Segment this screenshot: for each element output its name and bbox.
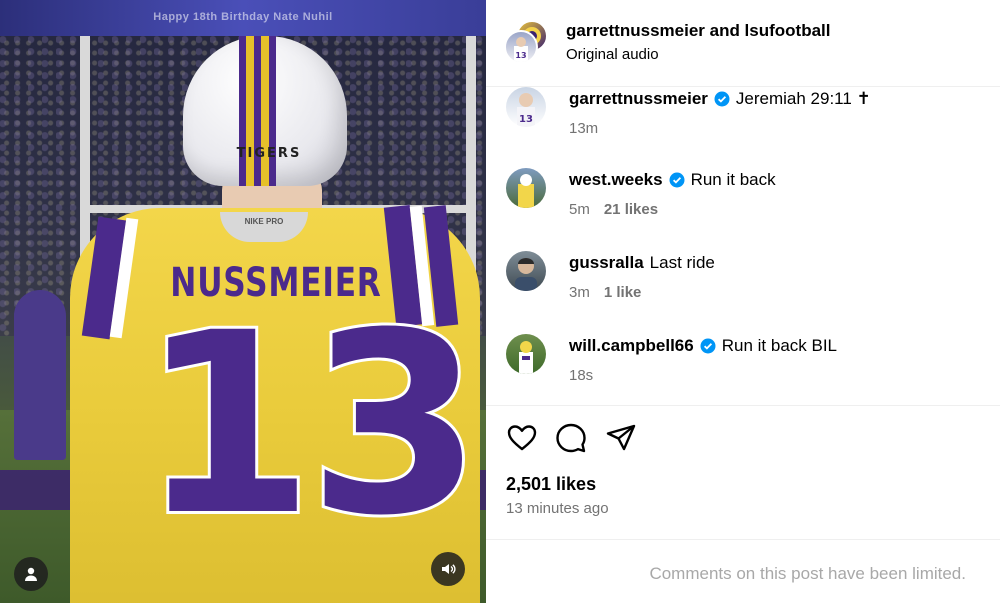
comment-item: 13 garrettnussmeier Jeremiah 29:11 ✝ 13m bbox=[506, 87, 986, 147]
helmet-stripe bbox=[254, 36, 261, 186]
comment-username[interactable]: will.campbell66 bbox=[569, 336, 694, 356]
player-avatar-icon bbox=[519, 341, 533, 374]
audio-label[interactable]: Original audio bbox=[566, 46, 659, 63]
jersey-number: 13 bbox=[137, 279, 485, 570]
helmet-text: TIGERS bbox=[236, 146, 302, 161]
helmet-stripe bbox=[246, 36, 254, 186]
comment-icon bbox=[556, 423, 586, 453]
svg-text:13: 13 bbox=[515, 51, 526, 60]
comment-item: west.weeks Run it back 5m 21 likes bbox=[506, 168, 986, 228]
comment-text: Run it back bbox=[690, 170, 776, 189]
audio-toggle-button[interactable] bbox=[431, 552, 465, 586]
verified-badge-icon bbox=[700, 338, 716, 354]
avatar[interactable]: 13 bbox=[504, 30, 538, 64]
post-media[interactable]: Happy 18th Birthday Nate Nuhil NIKE PRO … bbox=[0, 0, 486, 603]
player-avatar-icon: 13 bbox=[514, 37, 528, 62]
post-timestamp[interactable]: 13 minutes ago bbox=[506, 500, 609, 517]
person-avatar-icon bbox=[515, 258, 537, 291]
share-button[interactable] bbox=[605, 422, 637, 454]
comment-username[interactable]: garrettnussmeier bbox=[569, 89, 708, 109]
player-helmet: TIGERS bbox=[183, 36, 347, 186]
speaker-icon bbox=[442, 564, 456, 574]
avatar[interactable] bbox=[506, 334, 546, 374]
comment-text: Run it back BIL bbox=[721, 336, 838, 355]
collab-avatars[interactable]: 13 bbox=[504, 20, 548, 64]
post-actions: 2,501 likes 13 minutes ago bbox=[486, 405, 1000, 540]
player-avatar-icon bbox=[518, 174, 534, 208]
like-button[interactable] bbox=[506, 422, 538, 454]
heart-icon bbox=[507, 425, 537, 451]
user-icon bbox=[25, 567, 37, 581]
share-icon bbox=[606, 424, 636, 451]
comment-username[interactable]: west.weeks bbox=[569, 170, 663, 190]
post-likes-count[interactable]: 2,501 likes bbox=[506, 474, 596, 495]
helmet-stripe bbox=[239, 36, 246, 186]
comment-button[interactable] bbox=[555, 422, 587, 454]
comment-item: will.campbell66 Run it back BIL 18s bbox=[506, 334, 986, 394]
comment-item: gussralla Last ride 3m 1 like bbox=[506, 251, 986, 311]
comment-text: Jeremiah 29:11 ✝ bbox=[735, 89, 871, 108]
stadium-banner: Happy 18th Birthday Nate Nuhil bbox=[0, 0, 486, 36]
background-player bbox=[14, 290, 66, 460]
tagged-users-button[interactable] bbox=[14, 557, 48, 591]
svg-text:13: 13 bbox=[519, 114, 533, 125]
post-header: 13 garrettnussmeier and lsufootball Orig… bbox=[486, 0, 1000, 87]
comments-limited-notice: Comments on this post have been limited. bbox=[649, 564, 966, 583]
comment-time[interactable]: 5m bbox=[569, 201, 590, 218]
comment-likes[interactable]: 21 likes bbox=[604, 201, 658, 218]
comment-time[interactable]: 13m bbox=[569, 120, 598, 137]
helmet-stripe bbox=[261, 36, 269, 186]
avatar[interactable] bbox=[506, 251, 546, 291]
verified-badge-icon bbox=[669, 172, 685, 188]
comment-likes[interactable]: 1 like bbox=[604, 284, 642, 301]
comments-panel: 13 garrettnussmeier and lsufootball Orig… bbox=[486, 0, 1000, 603]
comment-username[interactable]: gussralla bbox=[569, 253, 644, 273]
comments-limited-bar: Comments on this post have been limited. bbox=[486, 539, 1000, 604]
avatar[interactable]: 13 bbox=[506, 87, 546, 127]
player-avatar-icon: 13 bbox=[517, 93, 535, 127]
comment-text: Last ride bbox=[649, 253, 715, 272]
avatar[interactable] bbox=[506, 168, 546, 208]
post-author-names[interactable]: garrettnussmeier and lsufootball bbox=[566, 21, 831, 41]
helmet-stripe bbox=[269, 36, 276, 186]
comment-time[interactable]: 18s bbox=[569, 367, 593, 384]
comment-time[interactable]: 3m bbox=[569, 284, 590, 301]
verified-badge-icon bbox=[714, 91, 730, 107]
